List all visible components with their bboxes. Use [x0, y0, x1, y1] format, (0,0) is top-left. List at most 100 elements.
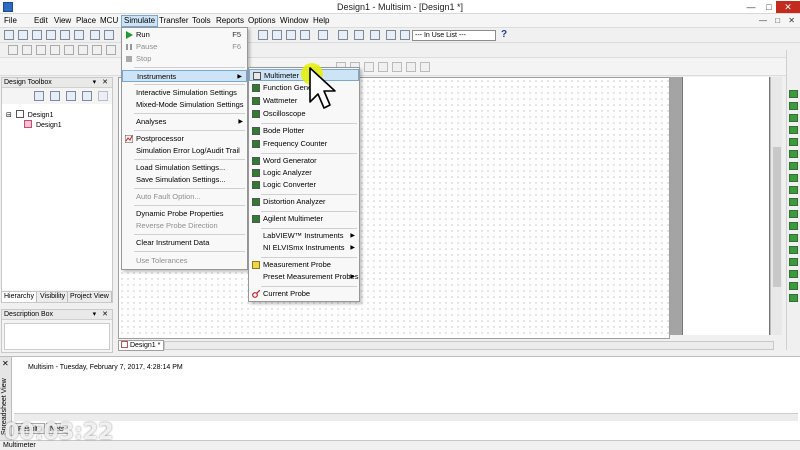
- canvas-vertical-scrollbar[interactable]: [770, 77, 782, 335]
- mdi-window-controls[interactable]: — □ ✕: [759, 16, 798, 25]
- polygon-icon[interactable]: [392, 62, 402, 72]
- spreadsheet-icon[interactable]: [258, 30, 268, 40]
- menu-clear-instrument[interactable]: Clear Instrument Data: [122, 237, 247, 249]
- menu-file[interactable]: File: [2, 15, 19, 27]
- menu-analyses[interactable]: Analyses ▶: [122, 116, 247, 128]
- spectrum-analyzer-tool-icon[interactable]: [789, 234, 798, 242]
- zoom-area-icon[interactable]: [354, 30, 364, 40]
- in-use-list-dropdown[interactable]: --- In Use List ---: [412, 30, 496, 41]
- word-generator-tool-icon[interactable]: [789, 174, 798, 182]
- menu-dynamic-probe[interactable]: Dynamic Probe Properties: [122, 208, 247, 220]
- menu-transfer[interactable]: Transfer: [157, 15, 191, 27]
- tab-project-view[interactable]: Project View: [68, 292, 112, 302]
- iv-analyzer-tool-icon[interactable]: [789, 210, 798, 218]
- mcu-part-icon[interactable]: [106, 45, 116, 55]
- function-generator-tool-icon[interactable]: [789, 102, 798, 110]
- save-icon[interactable]: [46, 30, 56, 40]
- help-icon[interactable]: ?: [501, 29, 507, 40]
- postprocessor-icon[interactable]: [318, 30, 328, 40]
- wattmeter-tool-icon[interactable]: [789, 114, 798, 122]
- transfer-icon[interactable]: [370, 30, 380, 40]
- grapher-icon[interactable]: [272, 30, 282, 40]
- open-design-icon[interactable]: [50, 91, 60, 101]
- menu-labview-instruments[interactable]: LabVIEW™ Instruments ▶: [249, 230, 359, 242]
- tab-hierarchy[interactable]: Hierarchy: [2, 292, 37, 302]
- copy-icon[interactable]: [104, 30, 114, 40]
- menu-mcu[interactable]: MCU: [98, 15, 120, 27]
- menu-load-settings[interactable]: Load Simulation Settings...: [122, 162, 247, 174]
- cmos-icon[interactable]: [92, 45, 102, 55]
- current-probe-tool-icon[interactable]: [789, 294, 798, 302]
- menu-help[interactable]: Help: [311, 15, 331, 27]
- menu-reverse-probe[interactable]: Reverse Probe Direction: [122, 220, 247, 232]
- menu-distortion-analyzer[interactable]: Distortion Analyzer: [249, 196, 359, 208]
- expand-icon[interactable]: ⊟: [6, 112, 12, 119]
- menu-word-generator[interactable]: Word Generator: [249, 155, 359, 167]
- panel-controls[interactable]: ▾ ✕: [93, 78, 110, 88]
- cut-icon[interactable]: [90, 30, 100, 40]
- vertical-scroll-thumb[interactable]: [773, 147, 781, 287]
- menu-reports[interactable]: Reports: [214, 15, 246, 27]
- component-wizard-icon[interactable]: [300, 30, 310, 40]
- tektronix-tool-icon[interactable]: [789, 270, 798, 278]
- multimeter-tool-icon[interactable]: [789, 90, 798, 98]
- menu-edit[interactable]: Edit: [32, 15, 50, 27]
- menu-postprocessor[interactable]: Postprocessor: [122, 133, 247, 145]
- menu-interactive-settings[interactable]: Interactive Simulation Settings: [122, 87, 247, 99]
- agilent-tool-icon[interactable]: [789, 258, 798, 266]
- forward-icon[interactable]: [400, 30, 410, 40]
- analog-icon[interactable]: [64, 45, 74, 55]
- distortion-analyzer-tool-icon[interactable]: [789, 222, 798, 230]
- spreadsheet-scrollbar[interactable]: [14, 413, 798, 421]
- four-channel-oscilloscope-tool-icon[interactable]: [789, 138, 798, 146]
- print-preview-icon[interactable]: [74, 30, 84, 40]
- network-analyzer-tool-icon[interactable]: [789, 246, 798, 254]
- tree-item-root[interactable]: ⊟ Design1: [6, 110, 53, 120]
- logic-analyzer-tool-icon[interactable]: [789, 186, 798, 194]
- database-icon[interactable]: [286, 30, 296, 40]
- picture-icon[interactable]: [420, 62, 430, 72]
- menu-pause[interactable]: Pause F6: [122, 41, 247, 53]
- delete-design-icon[interactable]: [98, 91, 108, 101]
- menu-simulate[interactable]: Simulate: [121, 15, 159, 27]
- open-icon[interactable]: [18, 30, 28, 40]
- open-samples-icon[interactable]: [32, 30, 42, 40]
- source-icon[interactable]: [8, 45, 18, 55]
- menu-mixed-mode-settings[interactable]: Mixed-Mode Simulation Settings: [122, 99, 247, 111]
- menu-window[interactable]: Window: [278, 15, 310, 27]
- logic-converter-tool-icon[interactable]: [789, 198, 798, 206]
- bode-plotter-tool-icon[interactable]: [789, 150, 798, 158]
- diode-icon[interactable]: [36, 45, 46, 55]
- ellipse-icon[interactable]: [364, 62, 374, 72]
- menu-use-tolerances[interactable]: Use Tolerances: [122, 255, 247, 267]
- menu-ni-elvismx-instruments[interactable]: NI ELVISmx Instruments ▶: [249, 242, 359, 254]
- description-text-area[interactable]: [4, 323, 110, 350]
- erc-icon[interactable]: [338, 30, 348, 40]
- canvas-horizontal-scrollbar[interactable]: [164, 341, 774, 350]
- tab-design1[interactable]: Design1 *: [118, 340, 164, 351]
- menu-stop[interactable]: Stop: [122, 53, 247, 65]
- minimize-icon[interactable]: —: [742, 1, 760, 13]
- save-design-icon[interactable]: [66, 91, 76, 101]
- basic-icon[interactable]: [22, 45, 32, 55]
- frequency-counter-tool-icon[interactable]: [789, 162, 798, 170]
- tree-item-sheet[interactable]: Design1: [24, 120, 62, 130]
- panel-controls[interactable]: ▾ ✕: [93, 310, 110, 320]
- menu-logic-analyzer[interactable]: Logic Analyzer: [249, 167, 359, 179]
- ttl-icon[interactable]: [78, 45, 88, 55]
- menu-run[interactable]: Run F5: [122, 29, 247, 41]
- close-design-icon[interactable]: [82, 91, 92, 101]
- menu-bode-plotter[interactable]: Bode Plotter: [249, 125, 359, 137]
- menu-current-probe[interactable]: Current Probe: [249, 288, 359, 300]
- menu-instruments[interactable]: Instruments ▶: [122, 70, 247, 82]
- menu-measurement-probe[interactable]: Measurement Probe: [249, 259, 359, 271]
- arc-icon[interactable]: [378, 62, 388, 72]
- tab-visibility[interactable]: Visibility: [38, 292, 69, 302]
- menu-error-log[interactable]: Simulation Error Log/Audit Trail: [122, 145, 247, 157]
- menu-auto-fault[interactable]: Auto Fault Option...: [122, 191, 247, 203]
- menu-view[interactable]: View: [52, 15, 73, 27]
- menu-agilent-multimeter[interactable]: Agilent Multimeter: [249, 213, 359, 225]
- menu-options[interactable]: Options: [246, 15, 278, 27]
- transistor-icon[interactable]: [50, 45, 60, 55]
- menu-place[interactable]: Place: [74, 15, 98, 27]
